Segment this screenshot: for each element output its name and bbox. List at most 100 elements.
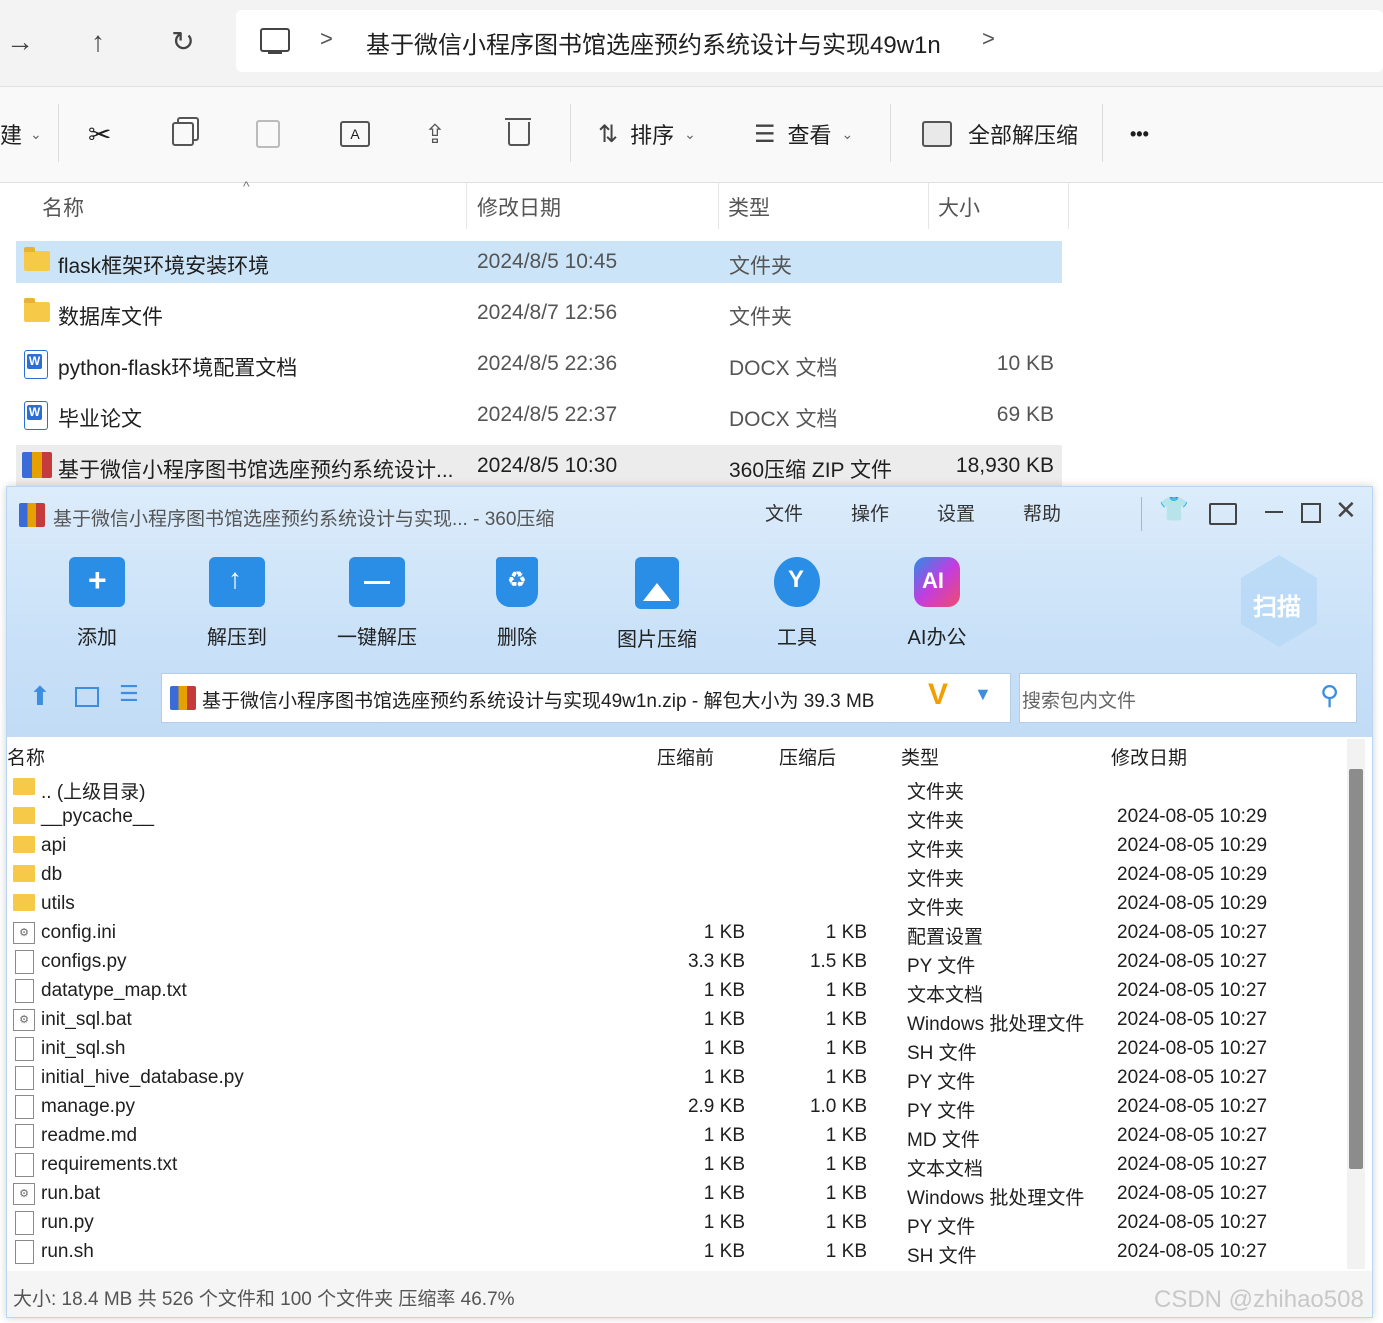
search-placeholder: 搜索包内文件 bbox=[1022, 691, 1137, 712]
file-row[interactable]: flask框架环境安装环境 2024/8/5 10:45 文件夹 bbox=[16, 241, 1062, 283]
archive-path-bar[interactable]: 基于微信小程序图书馆选座预约系统设计与实现49w1n.zip - 解包大小为 3… bbox=[161, 673, 1011, 723]
back-arrow-icon[interactable]: → bbox=[0, 22, 40, 62]
archive-size-after: 1 KB bbox=[825, 1212, 867, 1233]
share-icon[interactable]: ⇪ bbox=[424, 112, 446, 156]
view-button[interactable]: ☰ 查看 ⌄ bbox=[754, 112, 853, 156]
folder-icon bbox=[24, 247, 50, 271]
delete-icon[interactable] bbox=[505, 112, 531, 156]
archive-file-modified: 2024-08-05 10:29 bbox=[1117, 835, 1268, 856]
scrollbar-thumb[interactable] bbox=[1349, 769, 1363, 1169]
copy-icon[interactable] bbox=[172, 112, 194, 156]
up-arrow-icon[interactable]: ↑ bbox=[78, 22, 118, 62]
toolbar-divider bbox=[58, 104, 59, 162]
zip-window-header: 基于微信小程序图书馆选座预约系统设计与实现... - 360压缩 文件 操作 设… bbox=[7, 487, 1372, 737]
minimize-icon[interactable] bbox=[1265, 511, 1283, 513]
archive-size-before: 1 KB bbox=[703, 1067, 745, 1088]
archive-file-name: init_sql.bat bbox=[41, 1009, 132, 1030]
column-header-name[interactable]: 名称 bbox=[7, 743, 45, 770]
archive-row[interactable]: run.sh 1 KB 1 KB SH 文件 2024-08-05 10:27 bbox=[7, 1239, 1342, 1268]
tools-button[interactable]: Y 工具 bbox=[747, 557, 847, 650]
list-view-icon[interactable]: ☰ bbox=[119, 681, 139, 707]
menu-file[interactable]: 文件 bbox=[765, 499, 803, 526]
more-options-icon[interactable]: ••• bbox=[1130, 112, 1149, 156]
archive-file-name: run.sh bbox=[41, 1241, 94, 1262]
file-row[interactable]: python-flask环境配置文档 2024/8/5 22:36 DOCX 文… bbox=[16, 343, 1062, 385]
archive-file-name: init_sql.sh bbox=[41, 1038, 126, 1059]
archive-size-after: 1 KB bbox=[825, 1241, 867, 1262]
archive-row[interactable]: db 文件夹 2024-08-05 10:29 bbox=[7, 862, 1342, 891]
archive-search-input[interactable]: 搜索包内文件 ⚲ bbox=[1019, 673, 1357, 723]
archive-row[interactable]: readme.md 1 KB 1 KB MD 文件 2024-08-05 10:27 bbox=[7, 1123, 1342, 1152]
delete-button[interactable]: ♻ 删除 bbox=[467, 557, 567, 650]
extract-to-button[interactable]: ↑ 解压到 bbox=[187, 557, 287, 650]
sort-button[interactable]: ⇅ 排序 ⌄ bbox=[598, 112, 696, 156]
dropdown-arrow-icon[interactable]: ▼ bbox=[974, 684, 992, 705]
search-icon[interactable]: ⚲ bbox=[1320, 680, 1339, 711]
archive-size-after: 1 KB bbox=[825, 1038, 867, 1059]
column-header-modified[interactable]: 修改日期 bbox=[477, 192, 561, 222]
archive-row[interactable]: init_sql.sh 1 KB 1 KB SH 文件 2024-08-05 10:27 bbox=[7, 1036, 1342, 1065]
thumbnail-view-icon[interactable] bbox=[75, 687, 99, 707]
archive-file-type: 文件夹 bbox=[907, 782, 965, 803]
ai-office-label: AI办公 bbox=[907, 627, 967, 649]
archive-row[interactable]: __pycache__ 文件夹 2024-08-05 10:29 bbox=[7, 804, 1342, 833]
up-level-icon[interactable]: ⬆ bbox=[29, 681, 51, 712]
archive-file-type: 文本文档 bbox=[907, 1159, 984, 1180]
archive-row[interactable]: ⚙ run.bat 1 KB 1 KB Windows 批处理文件 2024-08-05 … bbox=[7, 1181, 1342, 1210]
skin-shirt-icon[interactable]: 👕 bbox=[1159, 495, 1189, 524]
archive-file-modified: 2024-08-05 10:29 bbox=[1117, 864, 1268, 885]
extract-all-button[interactable]: 全部解压缩 bbox=[922, 112, 1078, 156]
archive-row[interactable]: utils 文件夹 2024-08-05 10:29 bbox=[7, 891, 1342, 920]
archive-file-type: PY 文件 bbox=[907, 956, 976, 977]
breadcrumb-expand-chevron[interactable]: > bbox=[982, 26, 995, 52]
archive-row[interactable]: run.py 1 KB 1 KB PY 文件 2024-08-05 10:27 bbox=[7, 1210, 1342, 1239]
column-header-after[interactable]: 压缩后 bbox=[779, 743, 836, 770]
column-header-size[interactable]: 大小 bbox=[938, 192, 980, 222]
column-header-before[interactable]: 压缩前 bbox=[657, 743, 714, 770]
menu-operation[interactable]: 操作 bbox=[851, 499, 889, 526]
archive-row[interactable]: initial_hive_database.py 1 KB 1 KB PY 文件 202… bbox=[7, 1065, 1342, 1094]
rename-icon[interactable]: A bbox=[340, 112, 370, 156]
file-row[interactable]: 毕业论文 2024/8/5 22:37 DOCX 文档 69 KB bbox=[16, 394, 1062, 436]
archive-file-type: Windows 批处理文件 bbox=[907, 1188, 1085, 1209]
maximize-icon[interactable] bbox=[1301, 503, 1321, 523]
archive-file-modified: 2024-08-05 10:27 bbox=[1117, 1183, 1268, 1204]
ai-office-button[interactable]: AI AI办公 bbox=[887, 557, 987, 650]
address-bar[interactable]: > 基于微信小程序图书馆选座预约系统设计与实现49w1n > bbox=[236, 10, 1383, 72]
new-button[interactable]: 建 ⌄ bbox=[0, 112, 42, 156]
close-icon[interactable]: ✕ bbox=[1335, 495, 1357, 526]
archive-file-modified: 2024-08-05 10:27 bbox=[1117, 922, 1268, 943]
archive-file-type: SH 文件 bbox=[907, 1246, 977, 1267]
archive-row[interactable]: ⚙ init_sql.bat 1 KB 1 KB Windows 批处理文件 2024-0… bbox=[7, 1007, 1342, 1036]
file-type: 文件夹 bbox=[729, 306, 792, 329]
column-header-type[interactable]: 类型 bbox=[728, 192, 770, 222]
refresh-icon[interactable]: ↻ bbox=[163, 22, 203, 62]
add-button[interactable]: + 添加 bbox=[47, 557, 147, 650]
archive-row[interactable]: datatype_map.txt 1 KB 1 KB 文本文档 2024-08-05 1… bbox=[7, 978, 1342, 1007]
menu-help[interactable]: 帮助 bbox=[1023, 499, 1061, 526]
breadcrumb-current[interactable]: 基于微信小程序图书馆选座预约系统设计与实现49w1n bbox=[366, 25, 941, 60]
file-row[interactable]: 基于微信小程序图书馆选座预约系统设计... 2024/8/5 10:30 360… bbox=[16, 445, 1062, 487]
archive-row[interactable]: api 文件夹 2024-08-05 10:29 bbox=[7, 833, 1342, 862]
column-header-name[interactable]: 名称 bbox=[42, 192, 84, 222]
menu-settings[interactable]: 设置 bbox=[937, 499, 975, 526]
file-page-icon bbox=[15, 1066, 34, 1090]
one-click-extract-button[interactable]: 一键解压 bbox=[327, 557, 427, 650]
file-row[interactable]: 数据库文件 2024/8/7 12:56 文件夹 bbox=[16, 292, 1062, 334]
file-size: 10 KB bbox=[996, 352, 1054, 375]
archive-row[interactable]: manage.py 2.9 KB 1.0 KB PY 文件 2024-08-05 10:… bbox=[7, 1094, 1342, 1123]
image-compress-button[interactable]: 图片压缩 bbox=[607, 557, 707, 652]
toolbar-divider bbox=[570, 104, 571, 162]
cut-icon[interactable]: ✂ bbox=[88, 112, 111, 156]
archive-row[interactable]: configs.py 3.3 KB 1.5 KB PY 文件 2024-08-05 10… bbox=[7, 949, 1342, 978]
this-pc-icon bbox=[260, 28, 290, 52]
archive-file-name: config.ini bbox=[41, 922, 116, 943]
column-header-type[interactable]: 类型 bbox=[901, 743, 939, 770]
archive-row[interactable]: .. (上级目录) 文件夹 bbox=[7, 775, 1342, 804]
feedback-icon[interactable] bbox=[1209, 503, 1237, 525]
column-header-modified[interactable]: 修改日期 bbox=[1111, 743, 1187, 770]
archive-size-after: 1 KB bbox=[825, 1009, 867, 1030]
vip-v-icon[interactable]: V bbox=[928, 678, 948, 712]
archive-row[interactable]: ⚙ config.ini 1 KB 1 KB 配置设置 2024-08-05 10:27 bbox=[7, 920, 1342, 949]
archive-row[interactable]: requirements.txt 1 KB 1 KB 文本文档 2024-08-05 1… bbox=[7, 1152, 1342, 1181]
